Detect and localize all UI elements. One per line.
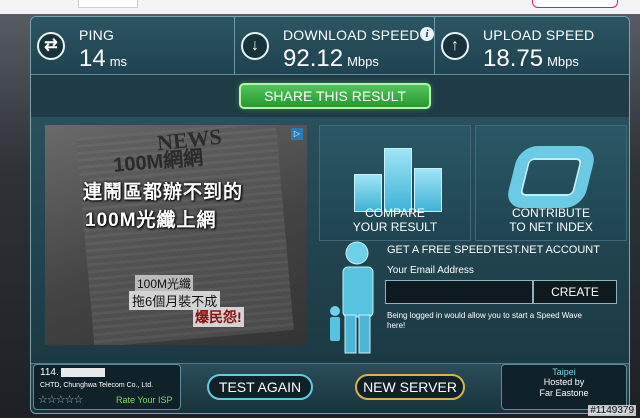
download-unit: Mbps xyxy=(347,54,379,69)
upload-label: UPLOAD SPEED xyxy=(483,27,595,43)
download-label: DOWNLOAD SPEED xyxy=(283,27,420,43)
upload-number: 18.75 xyxy=(483,45,544,72)
upload-metric: ↑ UPLOAD SPEED 18.75 Mbps xyxy=(434,17,629,75)
email-label: Your Email Address xyxy=(387,265,474,276)
isp-name: CHTD, Chunghwa Telecom Co., Ltd. xyxy=(40,382,154,389)
compare-label-line-2: YOUR RESULT xyxy=(352,220,438,234)
ad-main-line-1: 連鬧區都辦不到的 xyxy=(83,182,244,203)
info-icon[interactable]: i xyxy=(420,27,434,41)
compare-label-line-1: COMPARE xyxy=(365,206,425,220)
browser-tab-edge xyxy=(78,0,138,8)
contribute-panel[interactable]: CONTRIBUTE TO NET INDEX xyxy=(475,125,627,241)
ad-main-line-2: 100M光纖上網 xyxy=(85,210,217,231)
share-result-button[interactable]: SHARE THIS RESULT xyxy=(239,83,431,109)
ping-metric: ⇄ PING 14 ms xyxy=(31,17,234,75)
compare-label: COMPARE YOUR RESULT xyxy=(320,206,470,234)
ad-sub-line-1: 100M光纖 xyxy=(135,275,194,292)
bar-chart-bar xyxy=(384,148,412,212)
test-again-button[interactable]: TEST AGAIN xyxy=(207,374,313,400)
person-figure-icon xyxy=(330,241,374,354)
ip-prefix: 114. xyxy=(40,367,59,378)
browser-top-strip xyxy=(0,0,640,14)
isp-box: 114. CHTD, Chunghwa Telecom Co., Ltd. ☆☆… xyxy=(33,364,181,410)
server-city: Taipei xyxy=(552,367,576,377)
arrow-up-icon: ↑ xyxy=(441,32,469,60)
ping-label: PING xyxy=(79,27,115,43)
speedtest-frame: ⇄ PING 14 ms ↓ DOWNLOAD SPEED i 92.12 Mbps… xyxy=(30,16,630,414)
upload-value: 18.75 Mbps xyxy=(483,45,579,73)
adchoices-icon[interactable]: ▷ xyxy=(291,128,303,140)
arrow-down-icon: ↓ xyxy=(241,32,269,60)
account-note: Being logged in would allow you to start… xyxy=(387,311,582,330)
ip-address: 114. xyxy=(40,367,105,378)
advertisement[interactable]: NEWS 100M網網 連鬧區都辦不到的 100M光纖上網 100M光纖 拖6個… xyxy=(45,125,307,345)
ping-unit: ms xyxy=(109,54,128,69)
download-value: 92.12 Mbps xyxy=(283,45,379,73)
rating-stars[interactable]: ☆☆☆☆☆ xyxy=(38,393,83,406)
create-button[interactable]: CREATE xyxy=(533,280,617,304)
ping-value: 14 ms xyxy=(79,45,127,73)
download-metric: ↓ DOWNLOAD SPEED i 92.12 Mbps xyxy=(234,17,434,75)
arrows-exchange-icon: ⇄ xyxy=(37,32,65,60)
bottom-bar: 114. CHTD, Chunghwa Telecom Co., Ltd. ☆☆… xyxy=(31,363,629,413)
email-field[interactable] xyxy=(385,280,533,304)
download-number: 92.12 xyxy=(283,45,344,72)
compare-result-panel[interactable]: COMPARE YOUR RESULT xyxy=(319,125,471,241)
contribute-label-line-2: TO NET INDEX xyxy=(509,220,593,234)
contribute-label: CONTRIBUTE TO NET INDEX xyxy=(476,206,626,234)
server-host: Far Eastone xyxy=(539,388,589,398)
watermark: #1149379 xyxy=(588,405,636,416)
bar-chart-icon xyxy=(354,148,442,212)
browser-pink-button-edge xyxy=(532,0,618,8)
new-server-button[interactable]: NEW SERVER xyxy=(355,374,465,400)
ad-sub-line-3: 爆民怨! xyxy=(193,307,244,327)
server-hosted-by: Hosted by xyxy=(543,377,585,387)
account-title: GET A FREE SPEEDTEST.NET ACCOUNT xyxy=(387,244,600,256)
metrics-bar: ⇄ PING 14 ms ↓ DOWNLOAD SPEED i 92.12 Mbps… xyxy=(31,17,629,75)
ping-number: 14 xyxy=(79,45,106,72)
rate-isp-link[interactable]: Rate Your ISP xyxy=(116,395,173,405)
server-info: Taipei Hosted by Far Eastone xyxy=(501,364,627,410)
ip-redaction xyxy=(60,367,105,377)
upload-unit: Mbps xyxy=(547,54,579,69)
net-index-icon xyxy=(504,146,598,208)
contribute-label-line-1: CONTRIBUTE xyxy=(512,206,590,220)
